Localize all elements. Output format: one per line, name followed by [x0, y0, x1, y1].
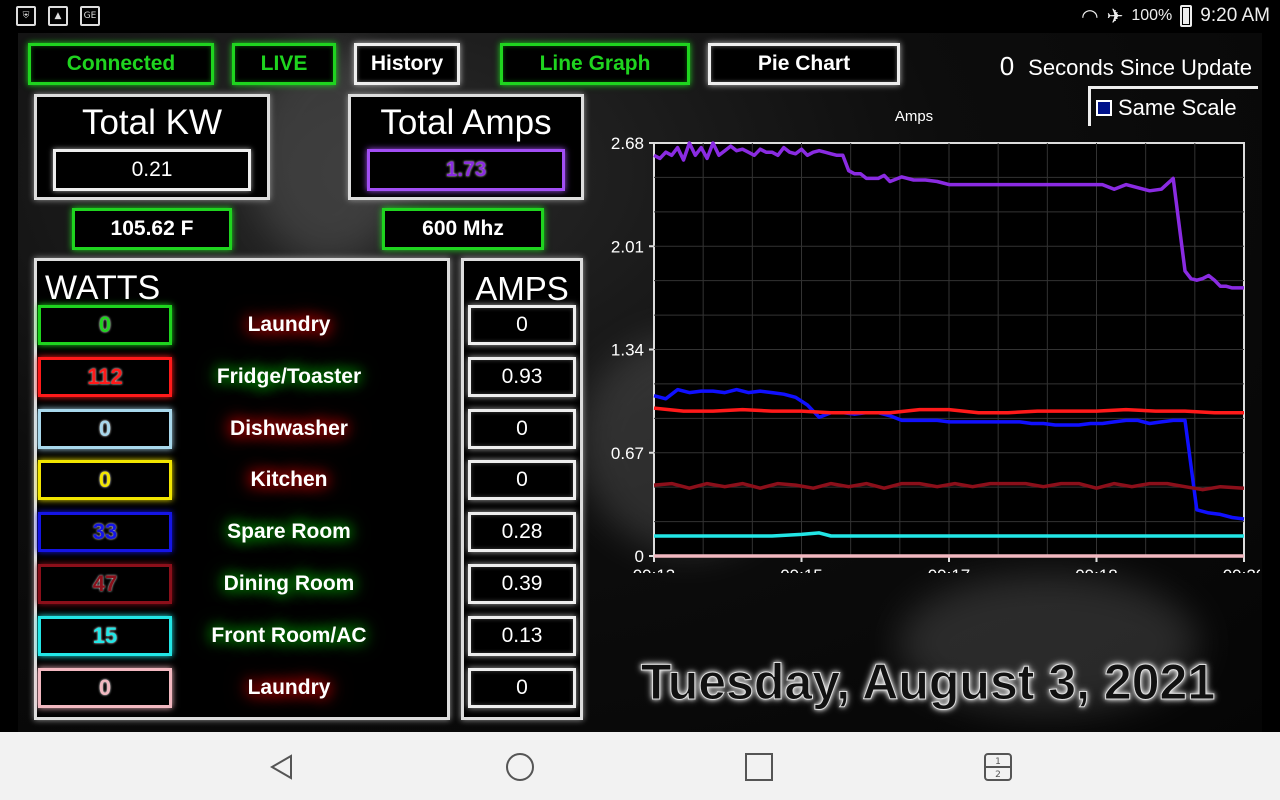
connected-button[interactable]: Connected [28, 43, 214, 85]
circuit-amps-value: 0 [468, 305, 576, 345]
circuit-watts-value: 0 [38, 305, 172, 345]
back-button[interactable] [264, 750, 298, 784]
clock: 9:20 AM [1200, 5, 1270, 26]
circuit-name-label: Spare Room [227, 520, 351, 543]
recents-button[interactable] [742, 750, 776, 784]
app-window: Connected LIVE History Line Graph Pie Ch… [18, 33, 1262, 732]
circuit-amps-value: 0.28 [468, 512, 576, 552]
circuit-amps-value: 0 [468, 460, 576, 500]
seconds-since-update-label: Seconds Since Update [1028, 55, 1252, 80]
status-bar: ⛨ ▲ GE ◠ ✈ 100% 9:20 AM [0, 0, 1280, 33]
battery-icon [1180, 5, 1193, 27]
dual-window-icon: 12 [984, 753, 1012, 781]
circuit-watts-value: 0 [38, 460, 172, 500]
total-amps-value: 1.73 [367, 149, 565, 191]
x-axis-tick-label: 09:20 [1223, 566, 1260, 573]
circuit-watts-value: 47 [38, 564, 172, 604]
circuit-name-label: Kitchen [250, 468, 328, 491]
circuit-watts-value: 112 [38, 357, 172, 397]
chart-title: Amps [895, 108, 933, 125]
home-icon [506, 753, 534, 781]
amps-line-chart: Amps 2.68 2.01 1.34 0.67 009:13 09:15 09:17 09:1… [611, 108, 1260, 573]
update-status: 0 Seconds Since Update [1000, 51, 1252, 82]
circuit-name-label: Laundry [247, 313, 331, 336]
cpu-frequency-readout: 600 Mhz [382, 208, 544, 250]
total-kw-title: Total KW [81, 103, 223, 142]
svg-text:2: 2 [995, 770, 1001, 780]
circuit-amps-value: 0.39 [468, 564, 576, 604]
circuit-watts-value: 0 [38, 668, 172, 708]
circuit-name-label: Front Room/AC [211, 624, 367, 647]
amps-title: AMPS [475, 270, 569, 307]
svg-text:1: 1 [995, 757, 1001, 767]
line-graph-button[interactable]: Line Graph [500, 43, 690, 85]
total-amps-title: Total Amps [380, 103, 552, 142]
x-axis-tick-label: 09:18 [1075, 566, 1118, 573]
airplane-icon: ✈ [1106, 4, 1124, 28]
x-axis-tick-label: 09:15 [780, 566, 823, 573]
navigation-bar: 12 [0, 732, 1280, 800]
temperature-readout: 105.62 F [72, 208, 232, 250]
circuit-amps-value: 0.13 [468, 616, 576, 656]
seconds-since-update: 0 [999, 51, 1015, 81]
watts-title: WATTS [45, 269, 161, 307]
total-amps-panel: Total Amps 1.73 [348, 94, 584, 200]
circuit-watts-value: 0 [38, 409, 172, 449]
home-button[interactable] [503, 750, 537, 784]
circuit-name-label: Laundry [247, 676, 331, 699]
y-axis-tick-label: 0 [635, 547, 644, 566]
circuit-amps-value: 0 [468, 668, 576, 708]
battery-percent: 100% [1131, 7, 1173, 24]
x-axis-tick-label: 09:13 [633, 566, 676, 573]
circuit-watts-value: 33 [38, 512, 172, 552]
pie-chart-button[interactable]: Pie Chart [708, 43, 900, 85]
total-kw-panel: Total KW 0.21 [34, 94, 270, 200]
wifi-icon: ◠ [1081, 4, 1099, 28]
total-kw-value: 0.21 [53, 149, 251, 191]
y-axis-tick-label: 2.68 [611, 134, 644, 153]
shield-icon: ⛨ [16, 6, 36, 26]
current-date: Tuesday, August 3, 2021 [640, 654, 1216, 711]
dual-window-button[interactable]: 12 [981, 750, 1015, 784]
y-axis-tick-label: 0.67 [611, 444, 644, 463]
y-axis-tick-label: 2.01 [611, 237, 644, 256]
live-button[interactable]: LIVE [232, 43, 336, 85]
y-axis-tick-label: 1.34 [611, 341, 644, 360]
back-icon [270, 754, 292, 780]
ge-app-icon: GE [80, 6, 100, 26]
circuit-name-label: Dishwasher [230, 417, 348, 440]
circuit-name-label: Dining Room [223, 572, 355, 595]
gallery-icon: ▲ [48, 6, 68, 26]
status-notifications: ⛨ ▲ GE [16, 6, 100, 26]
x-axis-tick-label: 09:17 [928, 566, 971, 573]
circuit-name-label: Fridge/Toaster [216, 365, 362, 388]
recents-icon [745, 753, 773, 781]
circuit-amps-value: 0.93 [468, 357, 576, 397]
history-button[interactable]: History [354, 43, 460, 85]
circuit-amps-value: 0 [468, 409, 576, 449]
circuit-watts-value: 15 [38, 616, 172, 656]
status-indicators: ◠ ✈ 100% 9:20 AM [1081, 4, 1270, 28]
